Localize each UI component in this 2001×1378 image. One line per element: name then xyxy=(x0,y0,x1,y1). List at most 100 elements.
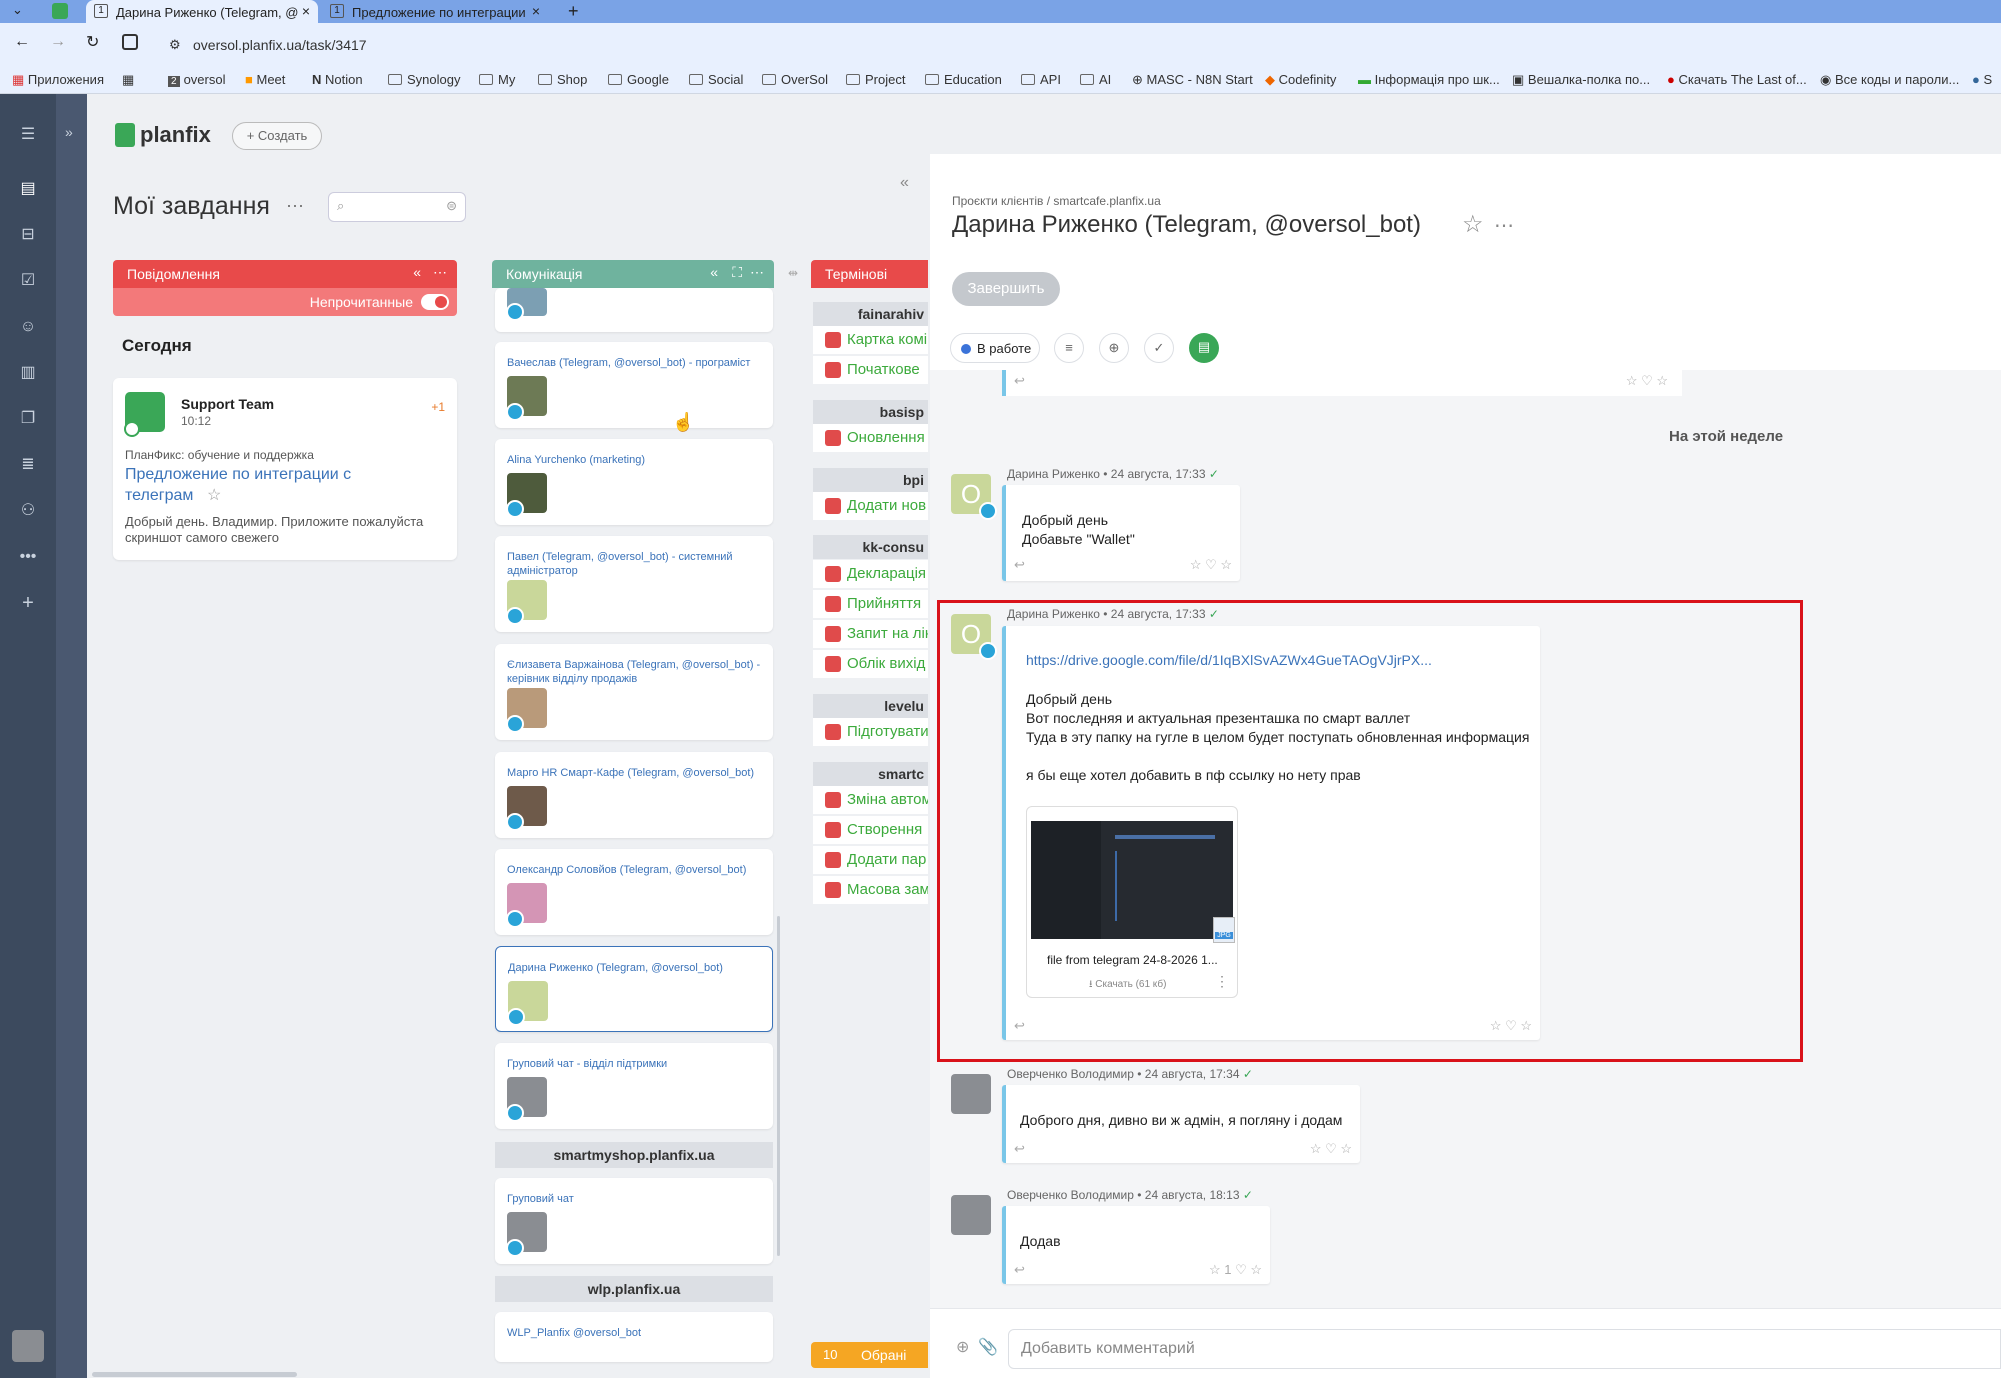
team-icon[interactable]: ⚇ xyxy=(17,500,39,522)
board-menu-icon[interactable]: ⋯ xyxy=(286,196,304,217)
collapse-board-icon[interactable]: « xyxy=(900,174,909,192)
tasks-board-icon[interactable]: ▤ xyxy=(17,178,39,200)
unread-toggle[interactable] xyxy=(421,294,449,310)
chat-card-partial[interactable] xyxy=(495,288,773,332)
description-icon[interactable]: ≡ xyxy=(1054,333,1084,363)
add-attachment-icon[interactable]: ⊕ xyxy=(956,1337,969,1357)
urgent-task[interactable]: Масова зам xyxy=(813,876,928,904)
urgent-task[interactable]: Прийняття xyxy=(813,590,928,618)
menu-icon[interactable]: ☰ xyxy=(17,124,39,146)
reactions-icons[interactable]: ☆ 1 ♡ ☆ xyxy=(1209,1262,1262,1278)
paperclip-icon[interactable]: 📎 xyxy=(978,1337,998,1357)
urgent-task[interactable]: Декларація xyxy=(813,560,928,588)
tab-list-chevron-icon[interactable]: ⌄ xyxy=(12,2,23,18)
bookmark-ai[interactable]: AI xyxy=(1080,72,1111,87)
chat-card[interactable]: Олександр Соловйов (Telegram, @oversol_b… xyxy=(495,849,773,935)
chat-card[interactable]: Вачеслав (Telegram, @oversol_bot) - прог… xyxy=(495,342,773,428)
bookmark-project[interactable]: Project xyxy=(846,72,905,87)
bookmark-meet[interactable]: ■ Meet xyxy=(245,72,285,87)
urgent-task[interactable]: Підготувати xyxy=(813,718,928,746)
reactions-icons[interactable]: ☆ ♡ ☆ xyxy=(1190,557,1232,573)
bookmark-social[interactable]: Social xyxy=(689,72,743,87)
bookmark-shop[interactable]: Shop xyxy=(538,72,587,87)
create-button[interactable]: + Создать xyxy=(232,122,322,150)
bookmark-education[interactable]: Education xyxy=(925,72,1002,87)
bookmark-codefinity[interactable]: ◆ Codefinity xyxy=(1265,72,1336,88)
bookmark-oversol[interactable]: 2 oversol xyxy=(168,72,225,87)
star-icon[interactable]: ☆ xyxy=(207,485,221,505)
bookmark-passwords[interactable]: ◉ Все коды и пароли... xyxy=(1820,72,1959,88)
tasks-icon[interactable]: ☑ xyxy=(17,270,39,292)
column-header-communication[interactable]: Комунікація « ⛶ ⋯ xyxy=(492,260,774,288)
task-menu-icon[interactable]: ⋯ xyxy=(1494,213,1514,238)
expand-icon[interactable]: » xyxy=(65,124,73,140)
urgent-task[interactable]: Додати пар xyxy=(813,846,928,874)
bookmark-apps[interactable]: ▦ Приложения xyxy=(12,72,104,88)
column-scrollbar[interactable] xyxy=(777,916,780,1256)
author-name[interactable]: Оверченко Володимир xyxy=(1007,1067,1134,1081)
site-info-icon[interactable]: ⚙ xyxy=(169,37,181,53)
card-task-link[interactable]: Предложение по интеграции с телеграм xyxy=(125,464,375,506)
file-menu-icon[interactable]: ⋮ xyxy=(1215,973,1229,990)
inbox-icon[interactable]: ⊟ xyxy=(17,224,39,246)
bookmark-notion[interactable]: N Notion xyxy=(312,72,363,87)
column-menu-icon[interactable]: ⋯ xyxy=(433,264,447,281)
drive-link[interactable]: https://drive.google.com/file/d/1IqBXlSv… xyxy=(1026,652,1432,668)
bookmark-synology[interactable]: Synology xyxy=(388,72,460,87)
comments-icon[interactable]: ▤ xyxy=(1189,333,1219,363)
tab-close-icon[interactable]: × xyxy=(302,3,310,19)
filter-icon[interactable]: ⊜ xyxy=(446,198,457,214)
board-search-input[interactable]: ⌕ ⊜ xyxy=(328,192,466,222)
chat-card[interactable]: Марго HR Смарт-Кафе (Telegram, @oversol_… xyxy=(495,752,773,838)
chat-card[interactable]: Груповий чат - відділ підтримки xyxy=(495,1043,773,1129)
new-tab-button[interactable]: + xyxy=(568,1,579,22)
reload-icon[interactable]: ↻ xyxy=(86,32,99,52)
bookmark-masc[interactable]: ⊕ MASC - N8N Start xyxy=(1132,72,1253,88)
tab-active[interactable]: 1 Дарина Риженко (Telegram, @ × xyxy=(86,0,318,23)
bookmark-grid-icon[interactable]: ▦ xyxy=(122,72,134,88)
favorites-column[interactable]: 10 Обрані xyxy=(811,1342,928,1368)
comment-input[interactable]: Добавить комментарий xyxy=(1008,1329,2001,1369)
urgent-task[interactable]: Запит на лік xyxy=(813,620,928,648)
collapse-column-icon[interactable]: « xyxy=(710,264,718,280)
reports-icon[interactable]: ▥ xyxy=(17,362,39,384)
column-menu-icon[interactable]: ⋯ xyxy=(750,264,764,281)
files-icon[interactable]: ❐ xyxy=(17,408,39,430)
urgent-task[interactable]: Додати нов xyxy=(813,492,928,520)
chat-card[interactable]: Павел (Telegram, @oversol_bot) - системн… xyxy=(495,536,773,632)
urgent-task[interactable]: Початкове xyxy=(813,356,928,384)
tab-inactive[interactable]: 1 Предложение по интеграции × xyxy=(322,0,548,23)
status-selector[interactable]: В работе xyxy=(950,333,1040,363)
chat-card[interactable]: Alina Yurchenko (marketing) xyxy=(495,439,773,525)
reply-icon[interactable]: ↩ xyxy=(1014,1262,1025,1278)
author-name[interactable]: Оверченко Володимир xyxy=(1007,1188,1134,1202)
docs-icon[interactable]: ≣ xyxy=(17,454,39,476)
chat-card[interactable]: Єлизавета Варжаінова (Telegram, @oversol… xyxy=(495,644,773,740)
chat-card[interactable]: WLP_Planfix @oversol_bot xyxy=(495,1312,773,1362)
reply-icon[interactable]: ↩ xyxy=(1014,1018,1025,1034)
sidepanel-icon[interactable] xyxy=(122,34,138,50)
bookmark-school-info[interactable]: ▬ Інформація про шк... xyxy=(1358,72,1500,87)
column-header-messages[interactable]: Повідомлення « ⋯ xyxy=(113,260,457,288)
fields-icon[interactable]: ⊕ xyxy=(1099,333,1129,363)
collapse-column-icon[interactable]: « xyxy=(413,264,421,280)
complete-button[interactable]: Завершить xyxy=(952,272,1060,306)
reply-icon[interactable]: ↩ xyxy=(1014,1141,1025,1157)
add-icon[interactable]: + xyxy=(17,592,39,614)
reply-icon[interactable]: ↩ xyxy=(1014,557,1025,573)
urgent-task[interactable]: Картка комі xyxy=(813,326,928,354)
author-name[interactable]: Дарина Риженко xyxy=(1007,467,1100,481)
chat-card-selected[interactable]: Дарина Риженко (Telegram, @oversol_bot) xyxy=(495,946,773,1032)
chat-card[interactable]: Груповий чат xyxy=(495,1178,773,1264)
urgent-task[interactable]: Зміна автом xyxy=(813,786,928,814)
bookmark-my[interactable]: My xyxy=(479,72,515,87)
bookmark-google[interactable]: Google xyxy=(608,72,669,87)
bookmark-s[interactable]: ● S xyxy=(1972,72,1992,87)
tab-close-icon[interactable]: × xyxy=(532,3,540,19)
url-bar[interactable]: ⚙ oversol.planfix.ua/task/3417 xyxy=(157,30,1987,60)
file-thumbnail[interactable] xyxy=(1031,821,1233,939)
column-header-urgent[interactable]: Термінові xyxy=(811,260,928,288)
urgent-task[interactable]: Облік вихід xyxy=(813,650,928,678)
contacts-icon[interactable]: ☺ xyxy=(17,316,39,338)
checklist-icon[interactable]: ✓ xyxy=(1144,333,1174,363)
